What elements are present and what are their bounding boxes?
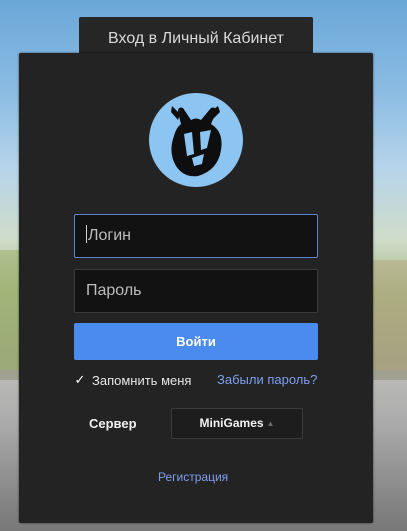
login-input[interactable]: Логин	[74, 214, 318, 258]
mascot-logo-icon	[149, 93, 243, 187]
server-dropdown[interactable]: MiniGames ▲	[171, 408, 303, 439]
login-button[interactable]: Войти	[74, 323, 318, 360]
forgot-password-link[interactable]: Забыли пароль?	[217, 372, 317, 387]
server-selected-value: MiniGames	[199, 416, 264, 430]
window-tab-title: Вход в Личный Кабинет	[79, 17, 313, 57]
password-input[interactable]: Пароль	[74, 269, 318, 313]
dropdown-arrow-icon: ▲	[266, 419, 275, 429]
remember-me-label: Запомнить меня	[92, 372, 192, 388]
password-placeholder: Пароль	[86, 282, 142, 299]
remember-me-checkbox[interactable]: ✓ Запомнить меня	[73, 371, 192, 389]
checkmark-icon[interactable]: ✓	[73, 373, 87, 387]
text-cursor	[86, 225, 87, 244]
register-link[interactable]: Регистрация	[158, 470, 228, 484]
login-placeholder: Логин	[88, 227, 132, 244]
server-label: Сервер	[89, 416, 137, 431]
